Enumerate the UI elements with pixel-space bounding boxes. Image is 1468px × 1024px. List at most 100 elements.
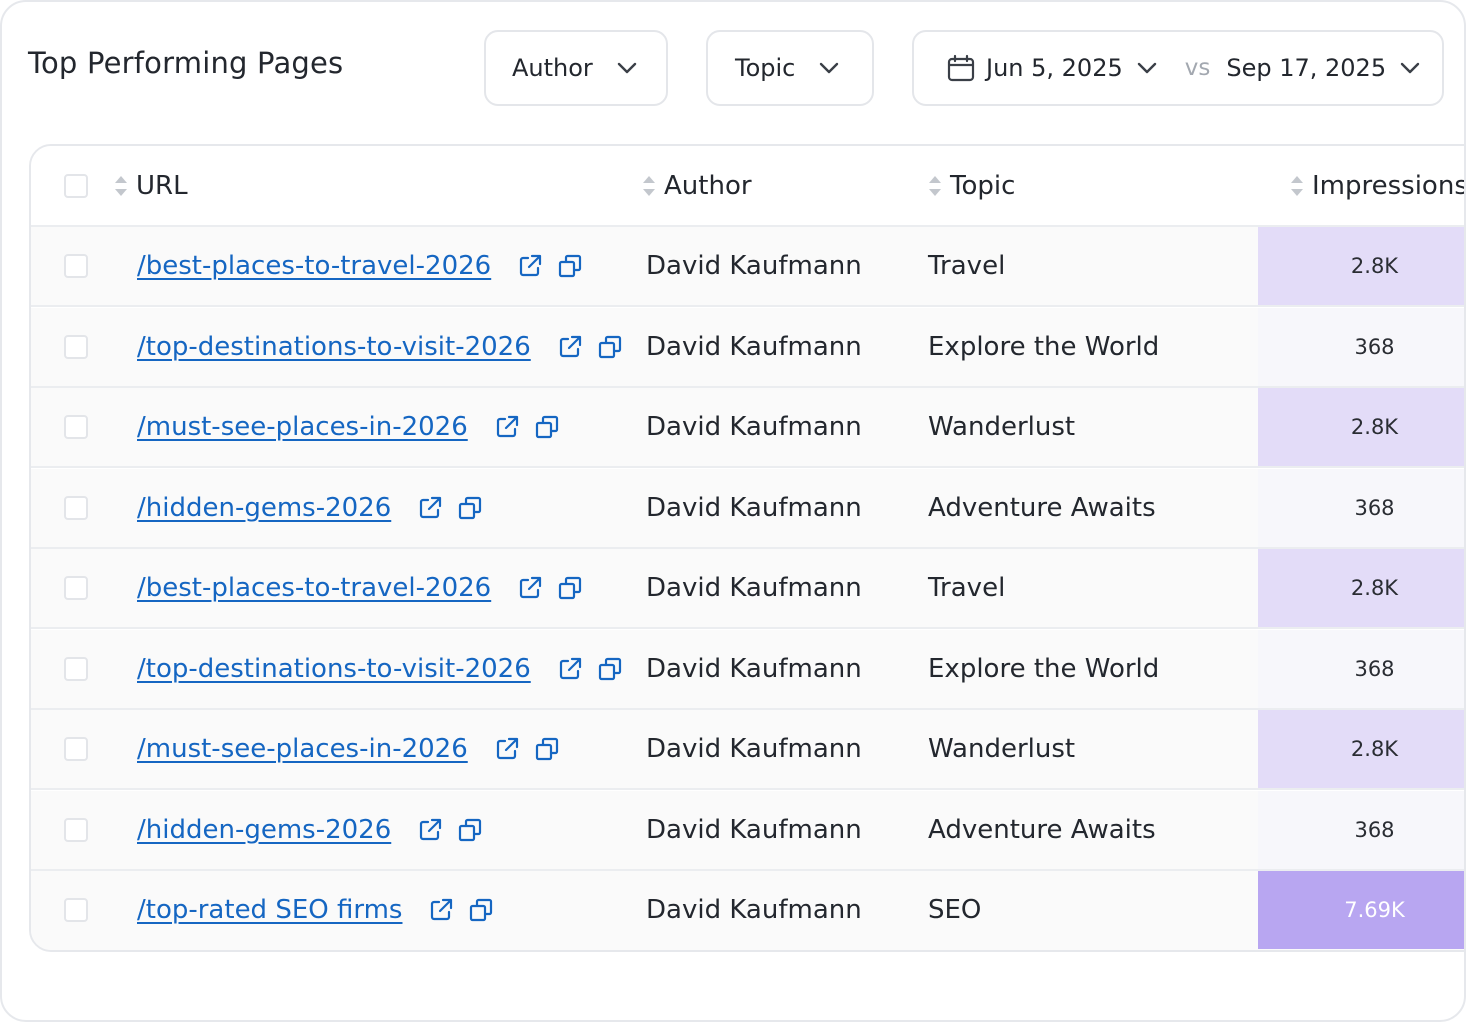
table-header-row: URL Author Topic Impressions: [31, 146, 1464, 227]
external-link-icon[interactable]: [517, 253, 543, 279]
author-filter-dropdown[interactable]: Author: [484, 30, 668, 106]
row-checkbox[interactable]: [64, 334, 88, 359]
copy-icon[interactable]: [534, 414, 560, 440]
page-title: Top Performing Pages: [28, 46, 344, 80]
chevron-down-icon[interactable]: [1135, 56, 1159, 80]
copy-icon[interactable]: [457, 495, 483, 521]
topic-cell: Wanderlust: [928, 734, 1076, 764]
sort-icon[interactable]: [641, 173, 657, 199]
external-link-icon[interactable]: [494, 736, 520, 762]
url-link[interactable]: /best-places-to-travel-2026: [137, 573, 491, 603]
topic-cell: Explore the World: [928, 653, 1160, 684]
external-link-icon[interactable]: [417, 495, 443, 521]
impressions-cell: 2.8K: [1258, 710, 1464, 788]
end-date-select[interactable]: Sep 17, 2025: [1226, 54, 1386, 82]
url-cell: /best-places-to-travel-2026: [137, 549, 583, 627]
sort-icon[interactable]: [927, 173, 943, 199]
vs-label: vs: [1184, 55, 1211, 81]
external-link-icon[interactable]: [517, 575, 543, 601]
row-checkbox[interactable]: [64, 737, 88, 761]
column-header-author[interactable]: Author: [641, 146, 752, 225]
copy-icon[interactable]: [557, 253, 583, 279]
table-row: /must-see-places-in-2026 David Kaufmann Wa…: [31, 388, 1464, 468]
url-link[interactable]: /top-destinations-to-visit-2026: [137, 654, 531, 684]
impressions-cell: 368: [1258, 629, 1464, 708]
url-link[interactable]: /best-places-to-travel-2026: [137, 251, 491, 281]
url-link[interactable]: /must-see-places-in-2026: [137, 412, 468, 442]
url-cell: /top-destinations-to-visit-2026: [137, 308, 623, 386]
url-cell: /hidden-gems-2026: [137, 469, 483, 547]
table-row: /top-rated SEO firms David Kaufmann SEO 7.6…: [31, 871, 1464, 950]
column-header-topic[interactable]: Topic: [927, 146, 1015, 225]
sort-icon[interactable]: [1289, 173, 1305, 199]
topic-filter-dropdown[interactable]: Topic: [706, 30, 874, 106]
url-cell: /must-see-places-in-2026: [137, 388, 560, 466]
author-cell: David Kaufmann: [646, 895, 862, 925]
impressions-cell: 2.8K: [1258, 227, 1464, 305]
topic-cell: SEO: [928, 895, 982, 925]
chevron-down-icon: [817, 56, 841, 80]
external-link-icon[interactable]: [494, 414, 520, 440]
row-checkbox[interactable]: [64, 415, 88, 439]
table-row: /top-destinations-to-visit-2026 David Kau…: [31, 307, 1464, 388]
url-cell: /best-places-to-travel-2026: [137, 227, 583, 305]
chevron-down-icon[interactable]: [1398, 56, 1422, 80]
top-pages-card: Top Performing Pages Author Topic Jun 5,…: [0, 0, 1466, 1022]
topic-cell: Wanderlust: [928, 412, 1076, 442]
row-checkbox[interactable]: [64, 817, 88, 842]
copy-icon[interactable]: [557, 575, 583, 601]
table-row: /top-destinations-to-visit-2026 David Kau…: [31, 629, 1464, 710]
url-link[interactable]: /top-destinations-to-visit-2026: [137, 332, 531, 362]
url-cell: /top-rated SEO firms: [137, 871, 494, 949]
topic-cell: Adventure Awaits: [928, 814, 1156, 845]
author-cell: David Kaufmann: [646, 653, 862, 684]
author-cell: David Kaufmann: [646, 734, 862, 764]
row-checkbox[interactable]: [64, 576, 88, 600]
external-link-icon[interactable]: [428, 897, 454, 923]
table-row: /best-places-to-travel-2026 David Kaufman…: [31, 227, 1464, 307]
copy-icon[interactable]: [597, 334, 623, 360]
author-cell: David Kaufmann: [646, 814, 862, 845]
table-row: /must-see-places-in-2026 David Kaufmann Wa…: [31, 710, 1464, 790]
impressions-cell: 2.8K: [1258, 388, 1464, 466]
impressions-cell: 7.69K: [1258, 871, 1464, 949]
url-link[interactable]: /hidden-gems-2026: [137, 815, 391, 845]
row-checkbox[interactable]: [64, 254, 88, 278]
topic-cell: Travel: [928, 251, 1006, 281]
author-cell: David Kaufmann: [646, 331, 862, 362]
url-cell: /must-see-places-in-2026: [137, 710, 560, 788]
column-header-url[interactable]: URL: [113, 146, 188, 225]
external-link-icon[interactable]: [417, 817, 443, 843]
topic-cell: Travel: [928, 573, 1006, 603]
copy-icon[interactable]: [534, 736, 560, 762]
author-cell: David Kaufmann: [646, 573, 862, 603]
sort-icon[interactable]: [113, 173, 129, 199]
chevron-down-icon: [615, 56, 639, 80]
select-all-checkbox[interactable]: [64, 174, 88, 198]
start-date-select[interactable]: Jun 5, 2025: [986, 54, 1123, 82]
row-checkbox[interactable]: [64, 898, 88, 922]
url-link[interactable]: /top-rated SEO firms: [137, 895, 402, 925]
impressions-cell: 368: [1258, 307, 1464, 386]
table-row: /best-places-to-travel-2026 David Kaufman…: [31, 549, 1464, 629]
url-cell: /top-destinations-to-visit-2026: [137, 630, 623, 708]
table-row: /hidden-gems-2026 David Kaufmann Adventure…: [31, 790, 1464, 871]
pages-table: URL Author Topic Impressions /best-place…: [29, 144, 1464, 952]
row-checkbox[interactable]: [64, 495, 88, 520]
column-header-impressions[interactable]: Impressions: [1289, 146, 1464, 225]
copy-icon[interactable]: [457, 817, 483, 843]
copy-icon[interactable]: [468, 897, 494, 923]
impressions-cell: 368: [1258, 468, 1464, 547]
url-link[interactable]: /hidden-gems-2026: [137, 493, 391, 523]
topic-cell: Explore the World: [928, 331, 1160, 362]
url-link[interactable]: /must-see-places-in-2026: [137, 734, 468, 764]
url-cell: /hidden-gems-2026: [137, 791, 483, 869]
author-cell: David Kaufmann: [646, 412, 862, 442]
author-cell: David Kaufmann: [646, 492, 862, 523]
external-link-icon[interactable]: [557, 334, 583, 360]
topic-cell: Adventure Awaits: [928, 492, 1156, 523]
author-cell: David Kaufmann: [646, 251, 862, 281]
copy-icon[interactable]: [597, 656, 623, 682]
external-link-icon[interactable]: [557, 656, 583, 682]
row-checkbox[interactable]: [64, 656, 88, 681]
